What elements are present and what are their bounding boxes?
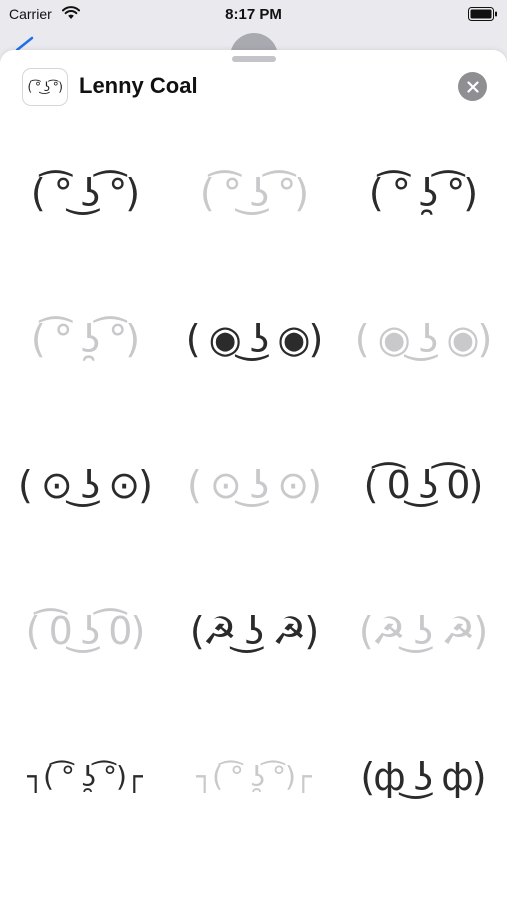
sticker-cell[interactable]: ( ͡0 ͜ʖ ͡0) <box>0 558 169 704</box>
sticker-grid: ( ͡° ͜ʖ ͡°) ( ͡° ͜ʖ ͡°) ( ͡° ʖ̯ ͡°) ( ͡°… <box>0 120 507 850</box>
sticker-cell[interactable]: ( ͡° ͜ʖ ͡°) <box>169 120 338 266</box>
sticker: ( ͡° ͜ʖ ͡°) <box>30 171 140 215</box>
sticker-cell[interactable]: ( ͡° ͜ʖ ͡°) <box>0 120 169 266</box>
sticker: ( ͡° ʖ̯ ͡°) <box>368 171 478 215</box>
sticker: ┐( ͡° ʖ̯ ͡°)┌ <box>196 760 312 793</box>
sticker-cell[interactable]: ( ◉ ͜ʖ ◉) <box>338 266 507 412</box>
status-bar: Carrier 8:17 PM <box>0 0 507 30</box>
close-icon <box>466 80 479 93</box>
sticker-cell[interactable]: (☭ ͜ʖ ☭) <box>169 558 338 704</box>
sticker-cell[interactable]: ( ◉ ͜ʖ ◉) <box>169 266 338 412</box>
sticker: ( ◉ ͜ʖ ◉) <box>185 317 324 361</box>
sticker-cell[interactable]: ( ⊙ ͜ʖ ⊙) <box>0 412 169 558</box>
sticker: ( ͡0 ͜ʖ ͡0) <box>25 609 146 653</box>
sticker: ( ⊙ ͜ʖ ⊙) <box>187 463 322 507</box>
sheet-grabber-handle[interactable] <box>232 56 276 62</box>
sticker: ( ⊙ ͜ʖ ⊙) <box>18 463 153 507</box>
sticker-cell[interactable]: ┐( ͡° ʖ̯ ͡°)┌ <box>169 704 338 850</box>
sticker: ( ͡° ʖ̯ ͡°) <box>30 317 140 361</box>
sticker-sheet: ( ͡° ͜ʖ ͡°) Lenny Coal ( ͡° ͜ʖ ͡°) ( ͡° … <box>0 50 507 920</box>
sticker: ( ͡0 ͜ʖ ͡0) <box>363 463 484 507</box>
sticker: ( ͡° ͜ʖ ͡°) <box>199 171 309 215</box>
app-icon: ( ͡° ͜ʖ ͡°) <box>22 68 68 106</box>
sticker-cell[interactable]: ( ⊙ ͜ʖ ⊙) <box>169 412 338 558</box>
sticker-cell[interactable]: ( ͡0 ͜ʖ ͡0) <box>338 412 507 558</box>
sticker-cell[interactable]: (☭ ͜ʖ ☭) <box>338 558 507 704</box>
app-icon-face: ( ͡° ͜ʖ ͡°) <box>27 80 63 94</box>
sticker: (☭ ͜ʖ ☭) <box>189 609 319 653</box>
sticker: ( ◉ ͜ʖ ◉) <box>354 317 493 361</box>
sticker: (☭ ͜ʖ ☭) <box>358 609 488 653</box>
sticker: ┐( ͡° ʖ̯ ͡°)┌ <box>27 760 143 793</box>
close-button[interactable] <box>458 72 487 101</box>
sheet-header: ( ͡° ͜ʖ ͡°) Lenny Coal <box>0 64 507 110</box>
sticker-cell[interactable]: ┐( ͡° ʖ̯ ͡°)┌ <box>0 704 169 850</box>
sticker-cell[interactable]: (ф ͜ʖ ф) <box>338 704 507 850</box>
clock: 8:17 PM <box>225 6 282 23</box>
sticker-cell[interactable]: ( ͡° ʖ̯ ͡°) <box>0 266 169 412</box>
battery-icon <box>468 7 497 21</box>
sticker-cell[interactable]: ( ͡° ʖ̯ ͡°) <box>338 120 507 266</box>
app-title: Lenny Coal <box>79 73 198 98</box>
sticker: (ф ͜ʖ ф) <box>360 755 486 799</box>
